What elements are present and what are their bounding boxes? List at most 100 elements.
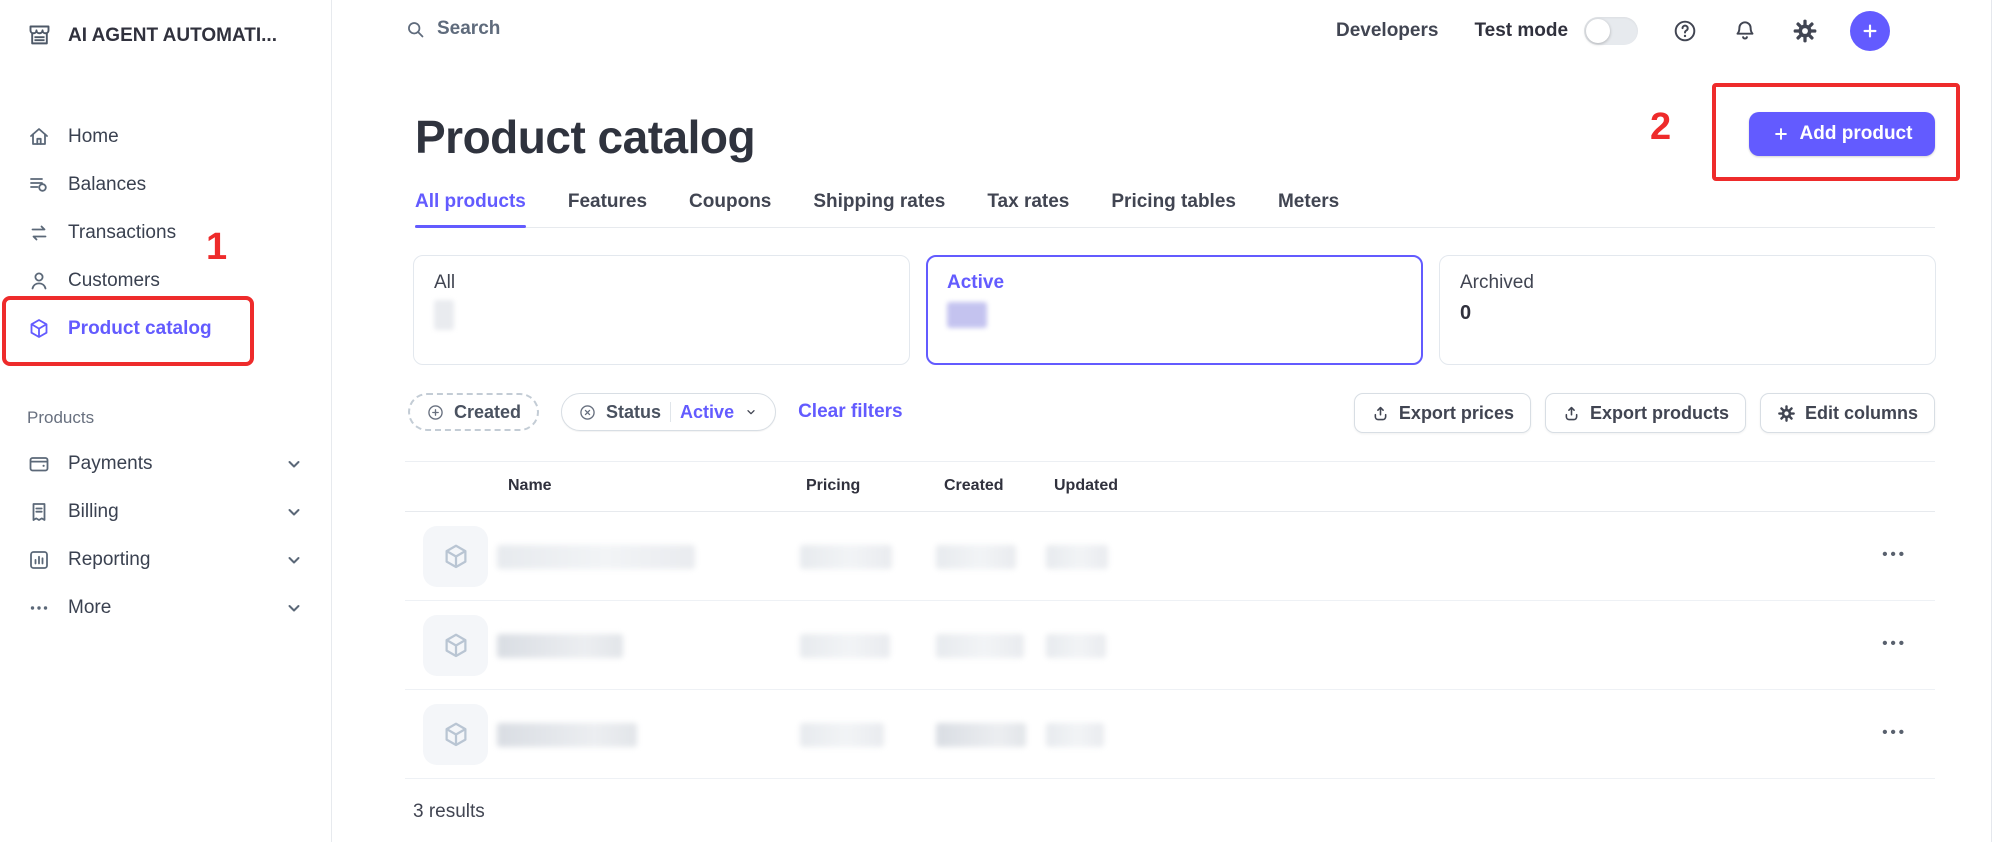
redacted-name <box>497 634 623 658</box>
card-active[interactable]: Active <box>926 255 1423 365</box>
sidebar-nav: Home Balances Transactions Customers Pro… <box>0 113 332 353</box>
redacted-value <box>434 300 454 330</box>
chip-label: Status <box>606 402 661 423</box>
sidebar-item-more[interactable]: More <box>0 584 332 632</box>
search-input[interactable]: Search <box>405 18 500 40</box>
account-name: AI AGENT AUTOMATI... <box>68 25 277 47</box>
redacted-created <box>936 634 1024 658</box>
balances-icon <box>27 173 51 197</box>
topbar-right: Developers Test mode <box>1336 10 1890 52</box>
product-thumbnail <box>423 704 488 765</box>
export-products-button[interactable]: Export products <box>1545 393 1746 433</box>
row-menu-button[interactable]: ••• <box>1882 724 1907 741</box>
row-menu-button[interactable]: ••• <box>1882 546 1907 563</box>
product-catalog-icon <box>27 317 51 341</box>
more-icon <box>27 596 51 620</box>
plus-icon <box>1860 21 1880 41</box>
test-mode-toggle[interactable] <box>1584 17 1638 45</box>
summary-cards: All Active Archived 0 <box>413 255 1936 365</box>
sidebar-item-customers[interactable]: Customers <box>0 257 332 305</box>
filter-bar: Created Status Active Clear filters <box>408 393 903 431</box>
sidebar-item-label: Home <box>68 126 119 148</box>
notifications-button[interactable] <box>1732 18 1758 44</box>
reporting-icon <box>27 548 51 572</box>
search-placeholder: Search <box>437 18 500 40</box>
test-mode-label: Test mode <box>1474 20 1568 42</box>
tab-coupons[interactable]: Coupons <box>689 191 771 227</box>
tab-shipping-rates[interactable]: Shipping rates <box>813 191 945 227</box>
export-icon <box>1562 404 1581 423</box>
tab-all-products[interactable]: All products <box>415 191 526 227</box>
sidebar-item-transactions[interactable]: Transactions <box>0 209 332 257</box>
results-count: 3 results <box>405 779 1935 823</box>
card-all[interactable]: All <box>413 255 910 365</box>
column-header-pricing[interactable]: Pricing <box>806 477 860 495</box>
customers-icon <box>27 269 51 293</box>
table-row[interactable]: ••• <box>405 512 1935 601</box>
card-label: All <box>434 272 889 294</box>
chevron-down-icon[interactable] <box>282 548 306 572</box>
help-button[interactable] <box>1672 18 1698 44</box>
sidebar-item-label: Balances <box>68 174 146 196</box>
add-product-button[interactable]: Add product <box>1749 112 1935 156</box>
table-row[interactable]: ••• <box>405 690 1935 779</box>
row-menu-button[interactable]: ••• <box>1882 635 1907 652</box>
column-header-updated[interactable]: Updated <box>1054 477 1118 495</box>
button-label: Export products <box>1590 403 1729 424</box>
edit-columns-button[interactable]: Edit columns <box>1760 393 1935 433</box>
create-button[interactable] <box>1850 11 1890 51</box>
sidebar-item-reporting[interactable]: Reporting <box>0 536 332 584</box>
developers-link[interactable]: Developers <box>1336 20 1438 42</box>
clear-filters-link[interactable]: Clear filters <box>798 401 903 423</box>
created-filter-chip[interactable]: Created <box>408 393 539 431</box>
tab-tax-rates[interactable]: Tax rates <box>987 191 1069 227</box>
circle-x-icon[interactable] <box>578 403 597 422</box>
tab-features[interactable]: Features <box>568 191 647 227</box>
table-actions: Export prices Export products Edit colum… <box>1318 393 1935 433</box>
column-header-name[interactable]: Name <box>508 477 552 495</box>
chevron-down-icon[interactable] <box>282 452 306 476</box>
sidebar-item-product-catalog[interactable]: Product catalog <box>0 305 332 353</box>
scrollbar-track-edge[interactable] <box>1991 0 1992 842</box>
card-label: Active <box>947 272 1402 294</box>
settings-button[interactable] <box>1792 18 1818 44</box>
add-product-label: Add product <box>1800 123 1913 145</box>
redacted-updated <box>1046 634 1106 658</box>
card-archived[interactable]: Archived 0 <box>1439 255 1936 365</box>
sidebar: AI AGENT AUTOMATI... Home Balances Trans… <box>0 0 332 842</box>
chip-label: Created <box>454 402 521 423</box>
annotation-step-2: 2 <box>1650 106 1671 149</box>
table-row[interactable]: ••• <box>405 601 1935 690</box>
search-icon <box>405 19 426 40</box>
chip-divider <box>670 402 671 422</box>
transactions-icon <box>27 221 51 245</box>
tab-meters[interactable]: Meters <box>1278 191 1339 227</box>
redacted-updated <box>1046 723 1104 747</box>
redacted-name <box>497 723 637 747</box>
billing-icon <box>27 500 51 524</box>
status-filter-chip[interactable]: Status Active <box>561 393 776 431</box>
sidebar-item-balances[interactable]: Balances <box>0 161 332 209</box>
tab-pricing-tables[interactable]: Pricing tables <box>1111 191 1236 227</box>
card-label: Archived <box>1460 272 1915 294</box>
bell-icon <box>1732 18 1758 44</box>
sidebar-item-billing[interactable]: Billing <box>0 488 332 536</box>
storefront-icon <box>26 22 53 49</box>
sidebar-item-payments[interactable]: Payments <box>0 440 332 488</box>
catalog-tabs: All products Features Coupons Shipping r… <box>415 191 1935 228</box>
sidebar-item-label: Reporting <box>68 549 150 571</box>
chevron-down-icon[interactable] <box>282 500 306 524</box>
redacted-pricing <box>800 723 884 747</box>
stripe-dashboard: AI AGENT AUTOMATI... Home Balances Trans… <box>0 0 2000 842</box>
product-thumbnail <box>423 615 488 676</box>
sidebar-item-label: Billing <box>68 501 119 523</box>
account-switcher[interactable]: AI AGENT AUTOMATI... <box>26 22 277 49</box>
redacted-value <box>947 302 987 328</box>
export-prices-button[interactable]: Export prices <box>1354 393 1531 433</box>
gear-icon <box>1792 18 1818 44</box>
sidebar-item-label: Product catalog <box>68 318 212 340</box>
sidebar-item-home[interactable]: Home <box>0 113 332 161</box>
column-header-created[interactable]: Created <box>944 477 1004 495</box>
redacted-pricing <box>800 545 892 569</box>
chevron-down-icon[interactable] <box>282 596 306 620</box>
